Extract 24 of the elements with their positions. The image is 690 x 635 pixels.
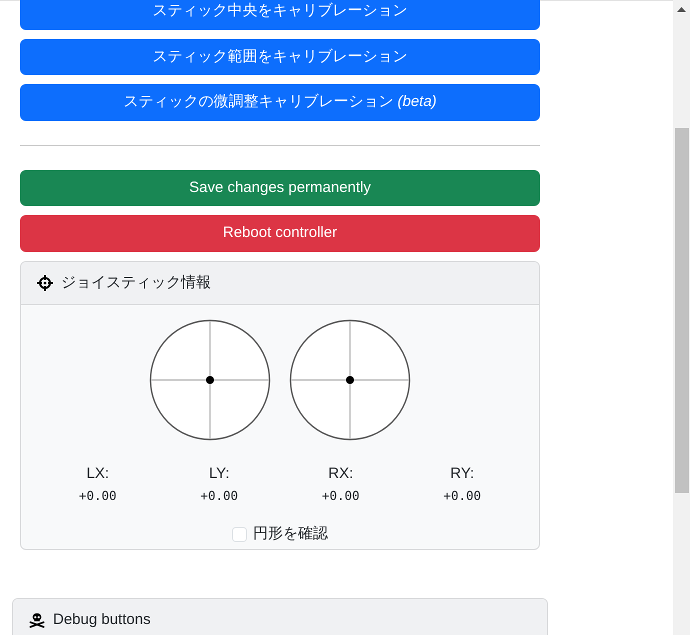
skull-crossbones-icon bbox=[29, 612, 45, 628]
axis-value: +0.00 bbox=[322, 487, 360, 505]
calibrate-button[interactable]: スティック中央をキャリブレーション bbox=[20, 0, 540, 30]
card-title: ジョイスティック情報 bbox=[61, 272, 211, 292]
scrollbar-thumb[interactable] bbox=[674, 128, 688, 493]
checkbox[interactable] bbox=[232, 526, 247, 542]
axis-value: +0.00 bbox=[78, 487, 117, 505]
axis-value: +0.00 bbox=[200, 487, 238, 505]
axis-value: +0.00 bbox=[443, 487, 482, 505]
scroll-up-icon[interactable] bbox=[677, 7, 686, 12]
stick-dot-icon bbox=[206, 376, 214, 384]
calibrate-button[interactable]: スティックの微調整キャリブレーション (beta) bbox=[20, 84, 540, 120]
axis-label: RX: bbox=[328, 464, 354, 484]
axis-label: LY: bbox=[208, 464, 230, 484]
save-button[interactable]: Save changes permanently bbox=[20, 170, 540, 206]
axis-label: RY: bbox=[450, 464, 474, 484]
axis-label: LX: bbox=[86, 464, 109, 484]
stick-dot-icon bbox=[346, 376, 354, 384]
card-title: Debug buttons bbox=[53, 610, 151, 630]
crosshair-icon bbox=[37, 274, 53, 291]
checkbox-label[interactable]: 円形を確認 bbox=[253, 523, 328, 545]
scrollbar-track[interactable] bbox=[673, 0, 690, 635]
reboot-button[interactable]: Reboot controller bbox=[20, 215, 540, 252]
calibrate-button[interactable]: スティック範囲をキャリブレーション bbox=[20, 38, 540, 75]
